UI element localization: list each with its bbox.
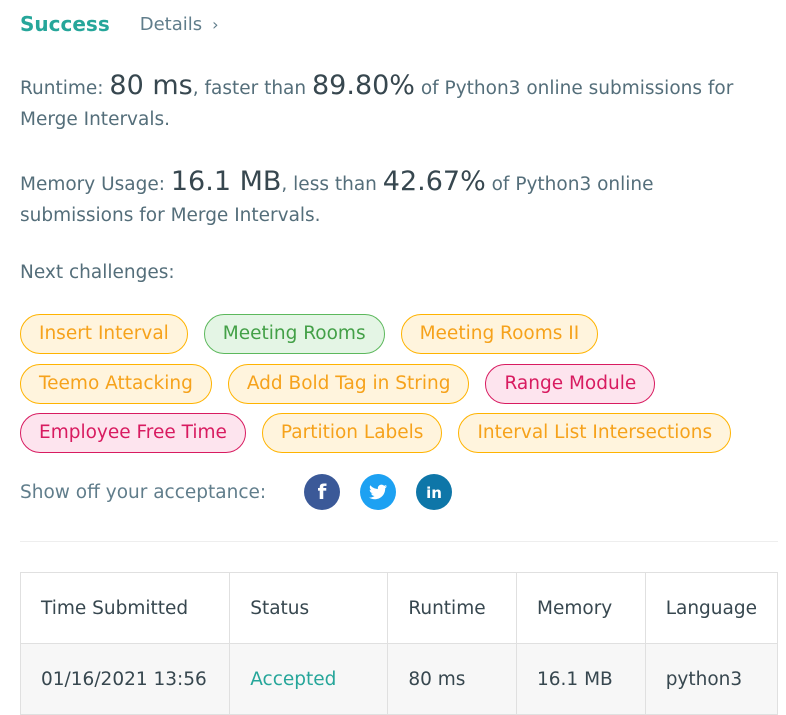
- result-header: Success Details ›: [20, 10, 219, 38]
- challenge-tag-meeting-rooms[interactable]: Meeting Rooms: [203, 314, 385, 354]
- table-row: 01/16/2021 13:56 Accepted 80 ms 16.1 MB …: [19, 643, 779, 715]
- table-header-row: Time Submitted Status Runtime Memory Lan…: [19, 572, 779, 644]
- cell-memory: 16.1 MB: [516, 643, 646, 715]
- share-label: Show off your acceptance:: [20, 481, 267, 503]
- facebook-icon[interactable]: f: [304, 474, 341, 510]
- svg-text:in: in: [426, 484, 442, 502]
- tag-row: Teemo Attacking Add Bold Tag in String R…: [20, 363, 760, 404]
- runtime-value: 80 ms: [109, 70, 193, 101]
- column-header-memory: Memory: [516, 572, 646, 644]
- challenge-tag-interval-list-intersections[interactable]: Interval List Intersections: [458, 413, 732, 453]
- tag-row: Insert Interval Meeting Rooms Meeting Ro…: [20, 314, 760, 354]
- memory-stat: Memory Usage: 16.1 MB, less than 42.67% …: [20, 166, 770, 231]
- share-section: Show off your acceptance: f in: [20, 474, 453, 510]
- section-divider: [20, 541, 778, 542]
- linkedin-icon[interactable]: in: [416, 474, 453, 510]
- challenge-tag-partition-labels[interactable]: Partition Labels: [261, 413, 443, 453]
- tag-row: Employee Free Time Partition Labels Inte…: [20, 413, 760, 453]
- column-header-time-submitted: Time Submitted: [19, 572, 231, 644]
- challenge-tag-teemo-attacking[interactable]: Teemo Attacking: [20, 363, 212, 404]
- svg-text:f: f: [318, 480, 327, 504]
- twitter-icon[interactable]: [360, 474, 397, 510]
- chevron-right-icon: ›: [212, 14, 219, 34]
- runtime-percent: 89.80%: [312, 70, 415, 101]
- challenge-tag-meeting-rooms-ii[interactable]: Meeting Rooms II: [400, 314, 599, 354]
- success-status: Success: [20, 12, 110, 36]
- cell-runtime: 80 ms: [387, 643, 518, 715]
- column-header-runtime: Runtime: [387, 572, 518, 644]
- details-label: Details: [139, 13, 203, 35]
- runtime-middle: , faster than: [192, 78, 312, 99]
- challenge-tag-insert-interval[interactable]: Insert Interval: [20, 314, 188, 354]
- cell-time-submitted: 01/16/2021 13:56: [19, 643, 231, 715]
- challenge-tag-employee-free-time[interactable]: Employee Free Time: [20, 413, 246, 453]
- runtime-stat: Runtime: 80 ms, faster than 89.80% of Py…: [20, 70, 770, 135]
- details-link[interactable]: Details ›: [140, 14, 219, 35]
- challenge-tag-add-bold-tag[interactable]: Add Bold Tag in String: [227, 363, 470, 404]
- challenge-tag-range-module[interactable]: Range Module: [485, 363, 656, 404]
- column-header-language: Language: [644, 572, 779, 644]
- runtime-label: Runtime:: [20, 78, 110, 99]
- memory-percent: 42.67%: [382, 166, 486, 197]
- column-header-status: Status: [229, 572, 389, 644]
- memory-middle: , less than: [281, 174, 383, 195]
- cell-language: python3: [644, 643, 779, 715]
- memory-value: 16.1 MB: [170, 166, 282, 197]
- next-challenges-label: Next challenges:: [20, 262, 175, 283]
- memory-label: Memory Usage:: [20, 174, 171, 195]
- next-challenges-tags: Insert Interval Meeting Rooms Meeting Ro…: [20, 314, 760, 463]
- submissions-table: Time Submitted Status Runtime Memory Lan…: [19, 572, 779, 715]
- cell-status-accepted-link[interactable]: Accepted: [229, 643, 389, 715]
